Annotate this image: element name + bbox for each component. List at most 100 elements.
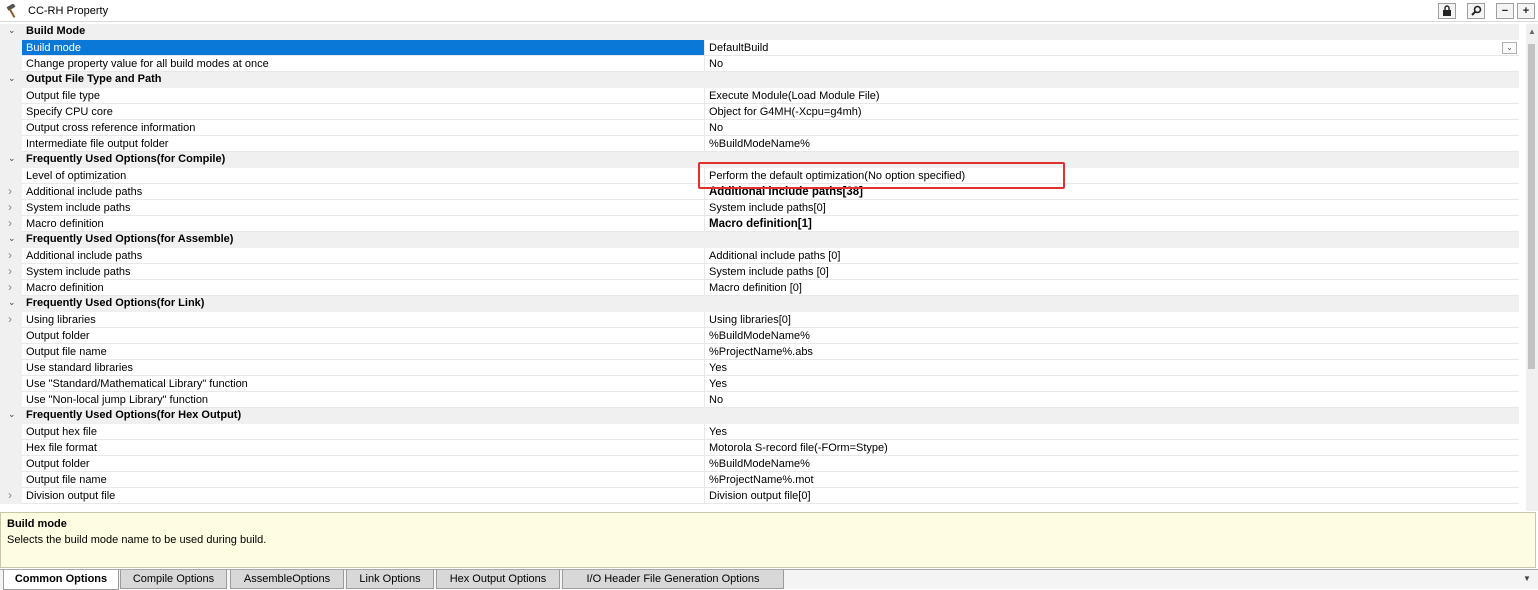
scrollbar-thumb[interactable] — [1528, 44, 1535, 369]
search-button[interactable] — [1467, 3, 1485, 19]
property-name[interactable]: Use "Standard/Mathematical Library" func… — [22, 376, 705, 392]
property-name[interactable]: Additional include paths — [22, 248, 705, 264]
property-value[interactable]: Yes — [705, 424, 1519, 440]
property-row[interactable]: Use "Non-local jump Library" function No — [0, 392, 1526, 408]
property-name[interactable]: Macro definition — [22, 216, 705, 232]
property-row[interactable]: Output file name %ProjectName%.mot — [0, 472, 1526, 488]
category-row[interactable]: ⌄ Frequently Used Options(for Link) — [0, 296, 1526, 312]
property-value[interactable]: Yes — [705, 360, 1519, 376]
property-row[interactable]: Intermediate file output folder %BuildMod… — [0, 136, 1526, 152]
collapse-button[interactable]: − — [1496, 3, 1514, 19]
property-name[interactable]: Using libraries — [22, 312, 705, 328]
property-row[interactable]: Change property value for all build mode… — [0, 56, 1526, 72]
property-value[interactable]: Division output file[0] — [705, 488, 1519, 504]
property-name[interactable]: Output file name — [22, 472, 705, 488]
property-name[interactable]: Macro definition — [22, 280, 705, 296]
property-row[interactable]: › Macro definition Macro definition[1] — [0, 216, 1526, 232]
property-name[interactable]: System include paths — [22, 264, 705, 280]
vertical-scrollbar[interactable]: ▲ — [1526, 24, 1538, 511]
property-value[interactable]: System include paths [0] — [705, 264, 1519, 280]
property-row[interactable]: Build mode DefaultBuild ⌄ — [0, 40, 1526, 56]
chevron-right-icon[interactable]: › — [8, 280, 12, 294]
property-row[interactable]: › Division output file Division output fil… — [0, 488, 1526, 504]
property-row[interactable]: Specify CPU core Object for G4MH(-Xcpu=g4… — [0, 104, 1526, 120]
property-row[interactable]: Output hex file Yes — [0, 424, 1526, 440]
chevron-down-icon[interactable]: ⌄ — [8, 153, 16, 164]
property-name[interactable]: Intermediate file output folder — [22, 136, 705, 152]
property-value[interactable]: No — [705, 392, 1519, 408]
chevron-down-icon[interactable]: ⌄ — [8, 297, 16, 308]
property-name[interactable]: Use "Non-local jump Library" function — [22, 392, 705, 408]
tab-scroll-down-icon[interactable]: ▼ — [1523, 574, 1531, 583]
property-value[interactable]: Additional include paths [0] — [705, 248, 1519, 264]
property-name[interactable]: Output hex file — [22, 424, 705, 440]
property-row[interactable]: Output file name %ProjectName%.abs — [0, 344, 1526, 360]
property-row[interactable]: Hex file format Motorola S-record file(-F… — [0, 440, 1526, 456]
property-value[interactable]: No — [705, 120, 1519, 136]
property-name[interactable]: Specify CPU core — [22, 104, 705, 120]
property-value[interactable]: %ProjectName%.mot — [705, 472, 1519, 488]
tab-common-options[interactable]: Common Options — [3, 570, 119, 590]
lock-button[interactable] — [1438, 3, 1456, 19]
property-value[interactable]: Object for G4MH(-Xcpu=g4mh) — [705, 104, 1519, 120]
property-row[interactable]: › Additional include paths Additional incl… — [0, 248, 1526, 264]
property-name[interactable]: Output file name — [22, 344, 705, 360]
property-name[interactable]: Level of optimization — [22, 168, 705, 184]
property-name[interactable]: Hex file format — [22, 440, 705, 456]
property-name[interactable]: Output folder — [22, 328, 705, 344]
tab-i-o-header-file-generation-options[interactable]: I/O Header File Generation Options — [562, 570, 784, 589]
property-name[interactable]: Division output file — [22, 488, 705, 504]
category-row[interactable]: ⌄ Frequently Used Options(for Assemble) — [0, 232, 1526, 248]
category-row[interactable]: ⌄ Output File Type and Path — [0, 72, 1526, 88]
property-value[interactable]: Yes — [705, 376, 1519, 392]
property-name[interactable]: Output folder — [22, 456, 705, 472]
tab-hex-output-options[interactable]: Hex Output Options — [436, 570, 560, 589]
property-row[interactable]: › System include paths System include path… — [0, 264, 1526, 280]
chevron-right-icon[interactable]: › — [8, 216, 12, 230]
chevron-right-icon[interactable]: › — [8, 200, 12, 214]
property-value[interactable]: Execute Module(Load Module File) — [705, 88, 1519, 104]
property-name[interactable]: Output file type — [22, 88, 705, 104]
category-row[interactable]: ⌄ Build Mode — [0, 24, 1526, 40]
property-value[interactable]: Macro definition [0] — [705, 280, 1519, 296]
property-value[interactable]: Motorola S-record file(-FOrm=Stype) — [705, 440, 1519, 456]
chevron-right-icon[interactable]: › — [8, 248, 12, 262]
chevron-down-icon[interactable]: ⌄ — [8, 409, 16, 420]
category-row[interactable]: ⌄ Frequently Used Options(for Hex Output) — [0, 408, 1526, 424]
chevron-down-icon[interactable]: ⌄ — [8, 73, 16, 84]
property-row[interactable]: › Macro definition Macro definition [0] — [0, 280, 1526, 296]
property-name[interactable]: Use standard libraries — [22, 360, 705, 376]
property-value[interactable]: %BuildModeName% — [705, 328, 1519, 344]
property-row[interactable]: › System include paths System include path… — [0, 200, 1526, 216]
property-row[interactable]: Output folder %BuildModeName% — [0, 456, 1526, 472]
tab-assembleoptions[interactable]: AssembleOptions — [230, 570, 344, 589]
chevron-right-icon[interactable]: › — [8, 312, 12, 326]
chevron-right-icon[interactable]: › — [8, 264, 12, 278]
property-value[interactable]: %BuildModeName% — [705, 136, 1519, 152]
tab-link-options[interactable]: Link Options — [346, 570, 434, 589]
tab-compile-options[interactable]: Compile Options — [120, 570, 227, 589]
property-row[interactable]: Output file type Execute Module(Load Modu… — [0, 88, 1526, 104]
chevron-right-icon[interactable]: › — [8, 184, 12, 198]
property-value[interactable]: Macro definition[1] — [705, 216, 1519, 232]
property-name[interactable]: Additional include paths — [22, 184, 705, 200]
property-value[interactable]: No — [705, 56, 1519, 72]
property-row[interactable]: Use standard libraries Yes — [0, 360, 1526, 376]
chevron-down-icon[interactable]: ⌄ — [8, 25, 16, 36]
property-name[interactable]: Output cross reference information — [22, 120, 705, 136]
property-row[interactable]: Use "Standard/Mathematical Library" func… — [0, 376, 1526, 392]
chevron-down-icon[interactable]: ⌄ — [8, 233, 16, 244]
scroll-up-icon[interactable]: ▲ — [1528, 27, 1536, 36]
property-row[interactable]: Output cross reference information No — [0, 120, 1526, 136]
property-value[interactable]: System include paths[0] — [705, 200, 1519, 216]
chevron-right-icon[interactable]: › — [8, 488, 12, 502]
property-value[interactable]: %ProjectName%.abs — [705, 344, 1519, 360]
property-name[interactable]: Change property value for all build mode… — [22, 56, 705, 72]
property-name[interactable]: Build mode — [22, 40, 705, 56]
property-row[interactable]: Output folder %BuildModeName% — [0, 328, 1526, 344]
property-value[interactable]: DefaultBuild — [705, 40, 1519, 56]
property-name[interactable]: System include paths — [22, 200, 705, 216]
property-value[interactable]: %BuildModeName% — [705, 456, 1519, 472]
dropdown-button[interactable]: ⌄ — [1502, 42, 1517, 54]
expand-button[interactable]: + — [1517, 3, 1535, 19]
